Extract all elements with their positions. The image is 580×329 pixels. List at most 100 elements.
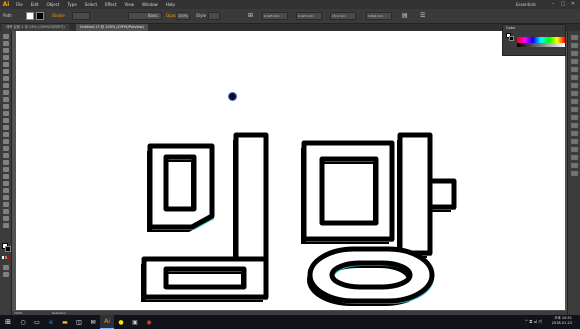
artboard[interactable]: 김망 <box>16 31 565 310</box>
artboard-tool-icon[interactable] <box>3 202 9 207</box>
canvas-area[interactable]: 김망 <box>12 31 567 315</box>
height-field[interactable]: 9.841 mm <box>366 12 392 20</box>
menu-window[interactable]: Window <box>138 0 162 9</box>
clock[interactable]: 오후 10:51 2018-01-23 <box>552 316 572 326</box>
pencil-tool-icon[interactable] <box>3 104 9 109</box>
paintbrush-tool-icon[interactable] <box>3 97 9 102</box>
stroke-label[interactable]: Stroke <box>52 12 65 20</box>
swatches-icon[interactable] <box>571 51 578 56</box>
blend-tool-icon[interactable] <box>3 181 9 186</box>
eyedropper-tool-icon[interactable] <box>3 174 9 179</box>
pen-tool-icon[interactable] <box>3 62 9 67</box>
menu-type[interactable]: Type <box>63 0 80 9</box>
brushes-icon[interactable] <box>571 59 578 64</box>
rotate-tool-icon[interactable] <box>3 118 9 123</box>
system-tray[interactable]: ^ ⧉ ◂) 가 <box>525 319 542 325</box>
menu-edit[interactable]: Edit <box>27 0 43 9</box>
hand-tool-icon[interactable] <box>3 216 9 221</box>
maximize-button[interactable]: □ <box>558 1 568 8</box>
panel-menu-icon[interactable]: ☰ <box>420 12 425 20</box>
mesh-tool-icon[interactable] <box>3 160 9 165</box>
width-tool-icon[interactable] <box>3 132 9 137</box>
menu-object[interactable]: Object <box>42 0 63 9</box>
menu-view[interactable]: View <box>121 0 139 9</box>
panel-stroke-swatch[interactable] <box>509 36 514 41</box>
windows-icon[interactable]: ⊞ <box>0 315 16 329</box>
illustrator-icon[interactable]: Ai <box>100 315 114 329</box>
color-mode-icon[interactable] <box>2 256 4 259</box>
x-field[interactable]: 0.423 mm <box>262 12 288 20</box>
shape-builder-tool-icon[interactable] <box>3 146 9 151</box>
eraser-tool-icon[interactable] <box>3 111 9 116</box>
grayscale-ramp[interactable] <box>517 43 565 47</box>
rectangle-tool-icon[interactable] <box>3 90 9 95</box>
direct-selection-tool-icon[interactable] <box>3 41 9 46</box>
close-button[interactable]: ✕ <box>568 1 578 8</box>
gradient-panel-icon[interactable] <box>571 83 578 88</box>
curvature-tool-icon[interactable] <box>3 69 9 74</box>
paragraph-icon[interactable] <box>571 163 578 168</box>
fill-swatch[interactable] <box>26 12 34 20</box>
selected-anchor-point[interactable] <box>228 92 237 101</box>
appearance-icon[interactable] <box>571 99 578 104</box>
menu-select[interactable]: Select <box>81 0 101 9</box>
lasso-tool-icon[interactable] <box>3 55 9 60</box>
gradient-tool-icon[interactable] <box>3 167 9 172</box>
perspective-grid-tool-icon[interactable] <box>3 153 9 158</box>
draw-mode-icon[interactable] <box>3 265 9 270</box>
stroke-weight-field[interactable] <box>72 12 90 20</box>
menu-effect[interactable]: Effect <box>101 0 121 9</box>
symbols-icon[interactable] <box>571 67 578 72</box>
stroke-color-box[interactable] <box>5 246 11 252</box>
tab-document-1[interactable]: 제목 없음-1 @ 24% (CMYK/미리보기) <box>2 24 69 31</box>
scale-tool-icon[interactable] <box>3 125 9 130</box>
transparency-icon[interactable] <box>571 91 578 96</box>
selection-tool-icon[interactable] <box>3 34 9 39</box>
slice-tool-icon[interactable] <box>3 209 9 214</box>
store-icon[interactable]: ◫ <box>72 315 86 329</box>
transform-panel-icon[interactable] <box>571 131 578 136</box>
graph-tool-icon[interactable] <box>3 195 9 200</box>
y-field[interactable]: 0.423 mm <box>296 12 322 20</box>
gradient-mode-icon[interactable] <box>5 256 7 259</box>
magic-wand-tool-icon[interactable] <box>3 48 9 53</box>
color-panel-icon[interactable] <box>571 35 578 40</box>
line-tool-icon[interactable] <box>3 83 9 88</box>
menu-file[interactable]: File <box>12 0 27 9</box>
align-icon[interactable]: ▤ <box>402 12 408 20</box>
artboards-icon[interactable] <box>571 123 578 128</box>
color-guide-icon[interactable] <box>571 43 578 48</box>
type-tool-icon[interactable] <box>3 76 9 81</box>
stroke-panel-icon[interactable] <box>571 75 578 80</box>
lettering-artwork[interactable] <box>16 31 565 310</box>
align-panel-icon[interactable] <box>571 139 578 144</box>
none-mode-icon[interactable] <box>8 256 10 259</box>
transform-icon[interactable]: ⊞ <box>248 12 253 20</box>
minimize-button[interactable]: – <box>548 1 558 8</box>
opacity-field[interactable]: 100% <box>176 12 190 20</box>
screen-mode-icon[interactable] <box>3 272 9 277</box>
graphic-style-picker[interactable] <box>208 12 220 20</box>
workspace-switcher[interactable]: Essentials <box>516 0 536 9</box>
photos-icon[interactable]: ▣ <box>128 315 142 329</box>
explorer-icon[interactable]: ▬ <box>58 315 72 329</box>
chrome-icon[interactable]: ◉ <box>142 315 156 329</box>
tab-document-2[interactable]: Untitled-17 @ 100% (CMYK/Preview) <box>76 24 148 31</box>
search-icon[interactable]: ○ <box>16 315 30 329</box>
zoom-tool-icon[interactable] <box>3 223 9 228</box>
graphic-styles-icon[interactable] <box>571 107 578 112</box>
mail-icon[interactable]: ✉ <box>86 315 100 329</box>
menu-help[interactable]: Help <box>162 0 179 9</box>
character-icon[interactable] <box>571 155 578 160</box>
app-logo[interactable]: Ai <box>0 0 12 9</box>
free-transform-tool-icon[interactable] <box>3 139 9 144</box>
symbol-sprayer-tool-icon[interactable] <box>3 188 9 193</box>
width-field[interactable]: 15.9 mm <box>330 12 356 20</box>
stroke-swatch[interactable] <box>36 12 44 20</box>
edge-icon[interactable]: e <box>44 315 58 329</box>
layers-icon[interactable] <box>571 115 578 120</box>
opentype-icon[interactable] <box>571 171 578 176</box>
task-view-icon[interactable]: ▭ <box>30 315 44 329</box>
pathfinder-icon[interactable] <box>571 147 578 152</box>
kakaotalk-icon[interactable]: ● <box>114 315 128 329</box>
